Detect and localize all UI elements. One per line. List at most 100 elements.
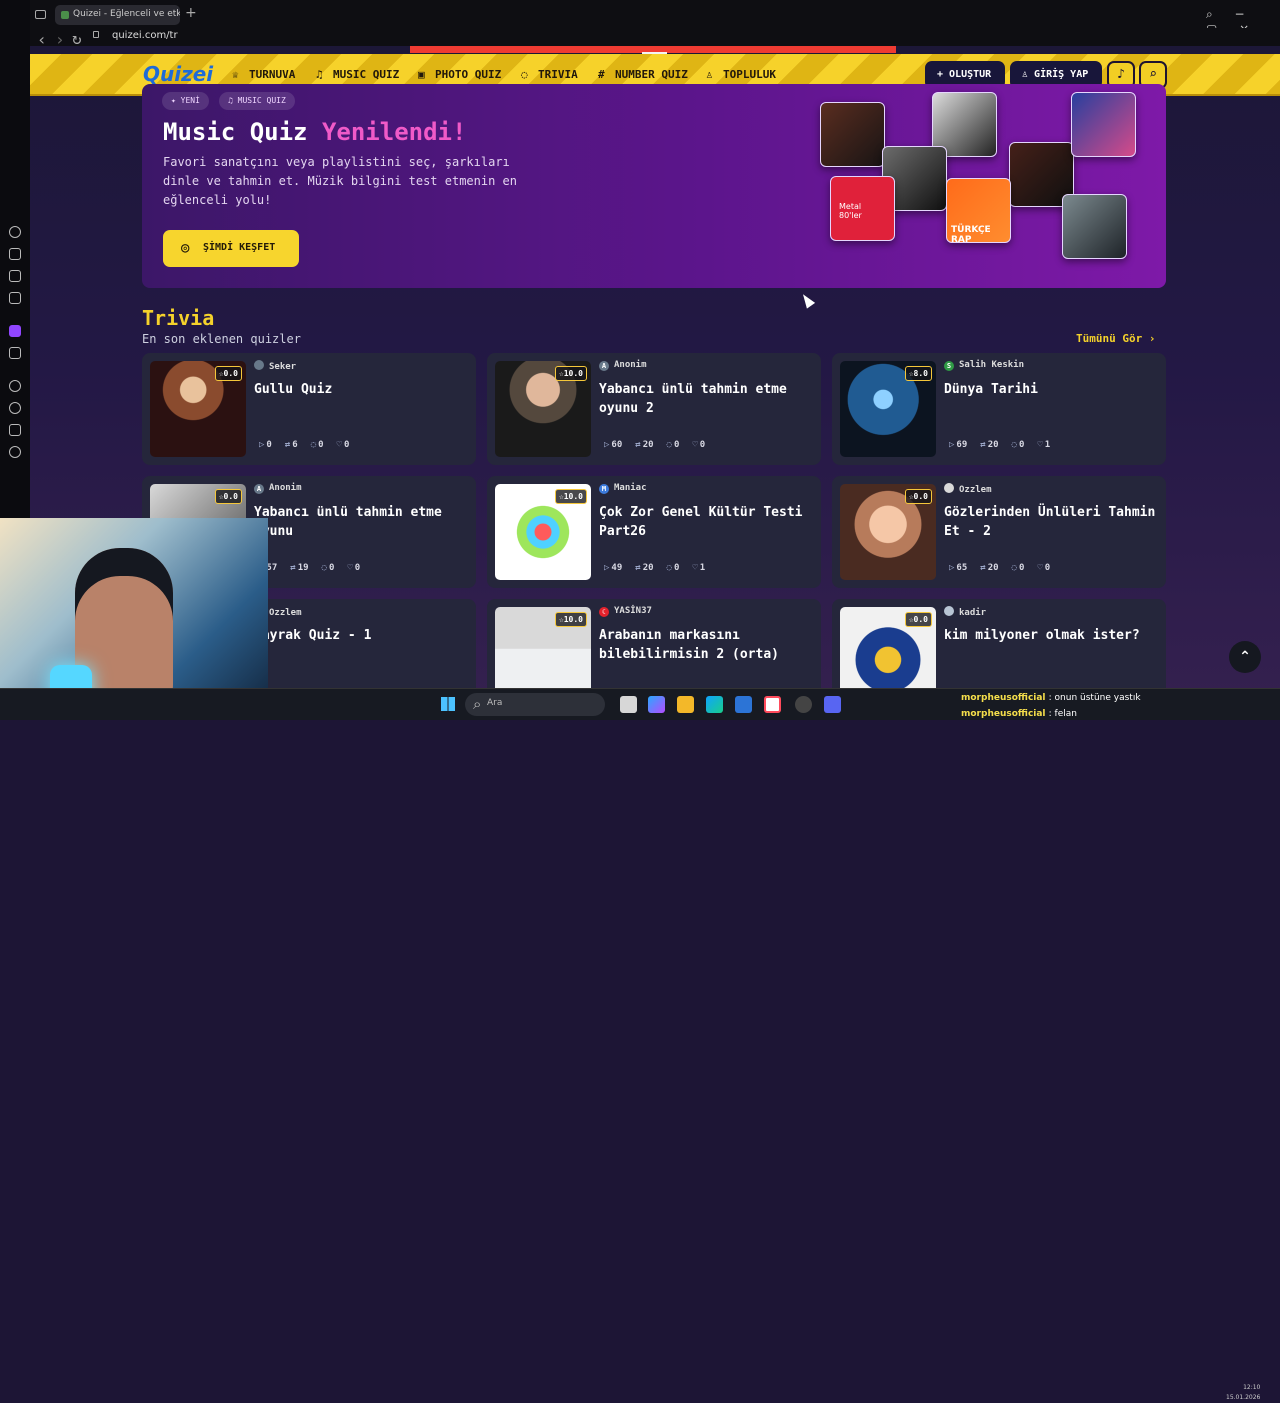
- quiz-title: Çok Zor Genel Kültür Testi Part26: [599, 505, 803, 539]
- questions-icon: ⇄: [290, 563, 296, 573]
- discover-button[interactable]: ◎ ŞİMDİ KEŞFET: [163, 230, 299, 267]
- taskbar-search[interactable]: Ara: [465, 693, 605, 716]
- quiz-author: kadir: [944, 606, 986, 618]
- questions-icon: ⇄: [635, 440, 641, 450]
- x-icon[interactable]: [9, 347, 21, 359]
- discord-icon[interactable]: [824, 696, 841, 713]
- questions-icon: ⇄: [284, 440, 291, 450]
- avatar: [944, 606, 954, 616]
- extensions-icon[interactable]: [9, 424, 21, 436]
- quiz-stats: ▷ 49 ⇄ 20 ◌ 0 ♡ 1: [604, 563, 706, 573]
- nav-photo-quiz[interactable]: ▣ PHOTO QUIZ: [418, 68, 501, 81]
- nav-turnuva[interactable]: ♕ TURNUVA: [232, 68, 295, 81]
- compass-icon: ◎: [181, 240, 190, 256]
- nav-topluluk[interactable]: ♙ TOPLULUK: [706, 68, 776, 81]
- history-icon[interactable]: [9, 402, 21, 414]
- quiz-stats: ▷57⇄19◌0♡0: [259, 563, 373, 573]
- hero-title: Music Quiz Yenilendi!: [163, 118, 467, 146]
- quiz-title: Arabanın markasını bilebilirmisin 2 (ort…: [599, 628, 780, 662]
- quiz-card[interactable]: ☆10.0 M Maniac Çok Zor Genel Kültür Testi…: [487, 476, 821, 588]
- avatar: A: [599, 361, 609, 371]
- quiz-author: M Maniac: [599, 483, 647, 494]
- quiz-thumbnail: ☆8.0: [840, 361, 936, 457]
- browser-tab[interactable]: Quizei - Eğlenceli ve etkile: [55, 5, 180, 25]
- address-bar[interactable]: ‹ › ↻: [30, 28, 1280, 49]
- quiz-thumbnail: ☆0.0: [840, 484, 936, 580]
- questions-icon: ⇄: [980, 440, 986, 450]
- url-text[interactable]: quizei.com/tr: [112, 30, 178, 41]
- twitch-icon[interactable]: [9, 325, 21, 337]
- windows-start-icon[interactable]: [441, 697, 455, 711]
- heart-icon: ♡: [1037, 563, 1043, 573]
- sidebar-icon-gallery[interactable]: [9, 270, 21, 282]
- quiz-stats: ▷ 69 ⇄ 20 ◌ 0 ♡ 1: [949, 440, 1051, 450]
- turkce-rap-cover[interactable]: TÜRKÇE RAP: [946, 178, 1011, 245]
- nav-trivia[interactable]: ◌ TRIVIA: [521, 68, 578, 81]
- folder-icon[interactable]: [677, 696, 694, 713]
- metal-80s-cover[interactable]: Metal 80'ler: [830, 176, 895, 241]
- quiz-card[interactable]: ☆10.0 A Anonim Yabancı ünlü tahmin etme o…: [487, 353, 821, 465]
- copilot-icon[interactable]: [648, 696, 665, 713]
- album-cover-1[interactable]: [820, 102, 885, 167]
- rating-badge: ☆10.0: [554, 612, 587, 627]
- sidebar-icon-wallet[interactable]: [9, 248, 21, 260]
- task-view-icon[interactable]: [620, 696, 637, 713]
- heart-icon: ♡: [692, 563, 698, 573]
- store-icon[interactable]: [735, 696, 752, 713]
- music-quiz-badge: ♫ MUSIC QUIZ: [219, 92, 295, 110]
- quiz-thumbnail: ☆0.0: [150, 361, 246, 457]
- rating-badge: ☆8.0: [904, 366, 932, 381]
- quiz-card[interactable]: ☆10.0 ☾ YASİN37 Arabanın markasını bilebi…: [487, 599, 821, 696]
- comment-icon: ◌: [666, 563, 672, 573]
- avatar: [254, 360, 264, 370]
- comment-icon: ◌: [310, 440, 317, 450]
- users-icon: ♙: [706, 68, 713, 81]
- browser-tab-strip: Quizei - Eğlenceli ve etkile + ⌕ − ▢ ×: [0, 0, 1280, 36]
- album-cover-6[interactable]: [1062, 194, 1127, 259]
- opera-icon[interactable]: [764, 696, 781, 713]
- settings-icon[interactable]: [9, 446, 21, 458]
- questions-icon: ⇄: [635, 563, 641, 573]
- obs-icon[interactable]: [795, 696, 812, 713]
- sidebar-icon-ai[interactable]: [9, 226, 21, 238]
- trivia-section-subtitle: En son eklenen quizler: [142, 332, 301, 346]
- site-logo[interactable]: Quizei: [143, 62, 213, 86]
- quiz-title: kim milyoner olmak ister?: [944, 628, 1140, 643]
- quiz-thumbnail: ☆0.0: [840, 607, 936, 696]
- see-all-link[interactable]: Tümünü Gör ›: [1076, 332, 1155, 345]
- quiz-title: Yabancı ünlü tahmin etme oyunu 2: [599, 382, 787, 416]
- chat-message: morpheusofficial : onun üstüne yastık: [961, 693, 1141, 703]
- play-icon: ▷: [259, 440, 265, 450]
- nav-music-quiz[interactable]: ♫ MUSIC QUIZ: [316, 68, 399, 81]
- play-icon: ▷: [949, 440, 955, 450]
- rating-badge: ☆0.0: [214, 489, 242, 504]
- quiz-card[interactable]: ☆8.0 S Salih Keskin Dünya Tarihi ▷ 69 ⇄ 20 ◌ 0…: [832, 353, 1166, 465]
- quiz-card[interactable]: ☆0.0 kadir kim milyoner olmak ister?: [832, 599, 1166, 696]
- tab-switcher-icon[interactable]: [35, 10, 46, 19]
- album-cover-5[interactable]: [1071, 92, 1136, 157]
- quiz-card[interactable]: ☆0.0 Seker Gullu Quiz ▷ 0 ⇄ 6 ◌ 0 ♡ 0: [142, 353, 476, 465]
- quiz-title: Dünya Tarihi: [944, 382, 1038, 397]
- new-tab-icon[interactable]: +: [185, 5, 197, 21]
- comment-icon: ◌: [321, 563, 327, 573]
- quiz-stats: ▷ 0 ⇄ 6 ◌ 0 ♡ 0: [259, 440, 350, 450]
- nav-number-quiz[interactable]: # NUMBER QUIZ: [598, 68, 688, 81]
- avatar: A: [254, 484, 264, 494]
- quiz-author: A Anonim: [599, 360, 647, 371]
- scroll-top-button[interactable]: ⌃: [1229, 641, 1261, 673]
- rating-badge: ☆10.0: [554, 366, 587, 381]
- avatar: [944, 483, 954, 493]
- play-icon: ▷: [604, 563, 610, 573]
- sidebar-icon-messenger[interactable]: [9, 292, 21, 304]
- quiz-card[interactable]: ☆0.0 Ozzlem Gözlerinden Ünlüleri Tahmin …: [832, 476, 1166, 588]
- system-clock[interactable]: 12:10 15.01.2026: [1226, 1383, 1260, 1403]
- quiz-title: Gözlerinden Ünlüleri Tahmin Et - 2: [944, 505, 1156, 539]
- quiz-author: A Anonim: [254, 483, 302, 494]
- music-quiz-banner: ✦ YENİ ♫ MUSIC QUIZ Music Quiz Yenilendi…: [142, 84, 1166, 288]
- player-icon[interactable]: [9, 380, 21, 392]
- heart-icon: ♡: [1037, 440, 1043, 450]
- comment-icon: ◌: [1011, 440, 1017, 450]
- edge-icon[interactable]: [706, 696, 723, 713]
- play-icon: ▷: [604, 440, 610, 450]
- comment-icon: ◌: [666, 440, 672, 450]
